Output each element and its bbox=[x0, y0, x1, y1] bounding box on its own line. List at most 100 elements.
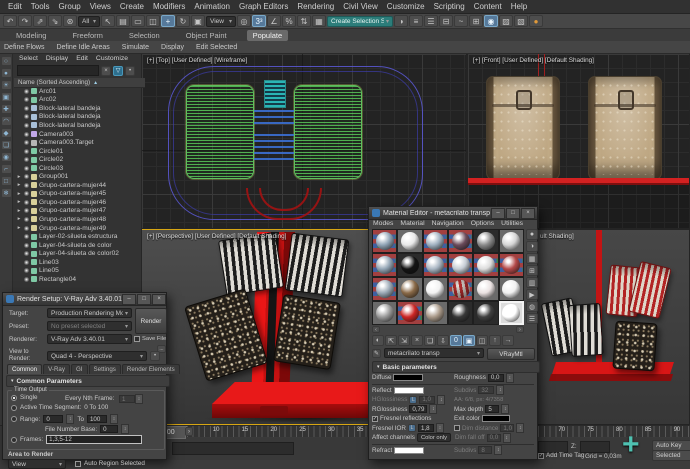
subdivs-field[interactable]: 32 bbox=[478, 386, 494, 394]
display-groups-icon[interactable]: ❏ bbox=[1, 140, 12, 150]
list-item-block-lateral-bandeja[interactable]: Block-lateral bandeja bbox=[14, 121, 141, 130]
make-preview-icon[interactable]: ▶ bbox=[526, 289, 538, 300]
display-materials-icon[interactable]: ◉ bbox=[1, 152, 12, 162]
ribbon-tab-selection[interactable]: Selection bbox=[123, 30, 166, 41]
unlink-selection-icon[interactable]: ⇘ bbox=[48, 15, 62, 27]
me-menu-options[interactable]: Options bbox=[471, 220, 494, 227]
list-item-grupo-cartera-mujer44[interactable]: ▸Grupo-cartera-mujer44 bbox=[14, 181, 141, 190]
display-shapes-icon[interactable]: ◠ bbox=[1, 116, 12, 126]
material-slot-13[interactable] bbox=[372, 277, 397, 301]
minimize-icon[interactable]: – bbox=[491, 208, 505, 219]
visibility-eye-icon[interactable] bbox=[24, 106, 29, 111]
align-icon[interactable]: ≡ bbox=[409, 15, 423, 27]
menu-customize[interactable]: Customize bbox=[387, 2, 425, 11]
list-item-arc02[interactable]: Arc02 bbox=[14, 96, 141, 105]
viewport-label-top[interactable]: [+] [Top] [User Defined] [Wireframe] bbox=[147, 57, 247, 64]
spinner-icon[interactable]: ↕ bbox=[429, 404, 437, 414]
select-object-icon[interactable]: ↖ bbox=[101, 15, 115, 27]
ribbon-action-simulate[interactable]: Simulate bbox=[122, 44, 149, 51]
explorer-menu-customize[interactable]: Customize bbox=[96, 55, 128, 62]
sample-tiling-icon[interactable]: ⊞ bbox=[526, 265, 538, 276]
spinner-icon[interactable]: ↕ bbox=[436, 423, 444, 433]
menu-modifiers[interactable]: Modifiers bbox=[153, 2, 185, 11]
render-production-icon[interactable]: ● bbox=[529, 15, 543, 27]
material-slot-2[interactable] bbox=[397, 229, 422, 253]
material-editor-icon[interactable]: ◉ bbox=[484, 15, 498, 27]
scale-icon[interactable]: ▣ bbox=[191, 15, 205, 27]
video-color-check-icon[interactable]: ▥ bbox=[526, 277, 538, 288]
list-item-circle03[interactable]: Circle03 bbox=[14, 164, 141, 173]
active-segment-radio[interactable] bbox=[11, 405, 17, 411]
show-in-viewport-icon[interactable]: ▣ bbox=[463, 335, 475, 346]
visibility-eye-icon[interactable] bbox=[24, 89, 29, 94]
frames-radio[interactable] bbox=[11, 437, 17, 443]
spinner-icon[interactable]: ↕ bbox=[135, 394, 143, 404]
reference-coordinate-dropdown[interactable]: View▾ bbox=[206, 16, 236, 27]
background-icon[interactable]: ▦ bbox=[526, 253, 538, 264]
list-item-block-lateral-bandeja[interactable]: Block-lateral bandeja bbox=[14, 104, 141, 113]
material-slot-22[interactable] bbox=[448, 301, 473, 325]
render-tab-settings[interactable]: Settings bbox=[89, 364, 121, 374]
spinner-icon[interactable]: ↕ bbox=[494, 445, 502, 455]
display-cameras-icon[interactable]: ▣ bbox=[1, 92, 12, 102]
render-tab-render-elements[interactable]: Render Elements bbox=[122, 364, 180, 374]
display-bones-icon[interactable]: ⌐ bbox=[1, 164, 12, 174]
visibility-eye-icon[interactable] bbox=[24, 97, 29, 102]
visibility-eye-icon[interactable] bbox=[24, 191, 29, 196]
material-id-icon[interactable]: 0 bbox=[450, 335, 462, 346]
coordinate-z-field[interactable] bbox=[580, 441, 610, 453]
material-slot-24-selected[interactable] bbox=[499, 301, 524, 325]
refract-subdivs-field[interactable]: 8 bbox=[478, 446, 492, 454]
undo-icon[interactable]: ↶ bbox=[3, 15, 17, 27]
ribbon-tab-populate[interactable]: Populate bbox=[247, 30, 289, 41]
menu-content[interactable]: Content bbox=[474, 2, 502, 11]
display-geometry-icon[interactable]: ◆ bbox=[1, 128, 12, 138]
file-number-field[interactable]: 0 bbox=[100, 425, 118, 433]
scene-explorer-toggle-icon[interactable]: ☰ bbox=[424, 15, 438, 27]
display-none-icon[interactable]: ○ bbox=[1, 56, 12, 66]
list-item-grupo-cartera-mujer45[interactable]: ▸Grupo-cartera-mujer45 bbox=[14, 190, 141, 199]
spinner-icon[interactable]: ↕ bbox=[516, 423, 524, 433]
menu-tools[interactable]: Tools bbox=[31, 2, 50, 11]
max-depth-field[interactable]: 5 bbox=[485, 405, 499, 413]
material-slot-15[interactable] bbox=[423, 277, 448, 301]
expand-icon[interactable]: ▸ bbox=[16, 225, 22, 231]
go-to-parent-icon[interactable]: ↑ bbox=[489, 335, 501, 346]
visibility-eye-icon[interactable] bbox=[24, 132, 29, 137]
lock-glossiness-icon[interactable]: L bbox=[409, 396, 417, 404]
layer-manager-icon[interactable]: ⊟ bbox=[439, 15, 453, 27]
list-item-grupo-cartera-mujer49[interactable]: ▸Grupo-cartera-mujer49 bbox=[14, 224, 141, 233]
spinner-icon[interactable]: ↕ bbox=[501, 404, 509, 414]
next-frame-icon[interactable]: › bbox=[185, 427, 193, 436]
snap-toggle-icon[interactable]: 3³ bbox=[252, 15, 266, 27]
list-item-grupo-cartera-mujer48[interactable]: ▸Grupo-cartera-mujer48 bbox=[14, 215, 141, 224]
visibility-eye-icon[interactable] bbox=[24, 114, 29, 119]
window-crossing-icon[interactable]: ◫ bbox=[146, 15, 160, 27]
area-to-render-dropdown[interactable]: View ▾ bbox=[8, 459, 66, 469]
lock-icon[interactable]: • bbox=[125, 66, 135, 76]
menu-help[interactable]: Help bbox=[511, 2, 527, 11]
dim-distance-checkbox[interactable] bbox=[454, 425, 460, 431]
me-menu-modes[interactable]: Modes bbox=[373, 220, 393, 227]
rglossiness-field[interactable]: 0,79 bbox=[409, 405, 427, 413]
material-slot-18[interactable] bbox=[499, 277, 524, 301]
material-slot-6[interactable] bbox=[499, 229, 524, 253]
render-tab-gi[interactable]: GI bbox=[71, 364, 88, 374]
roughness-field[interactable]: 0,0 bbox=[488, 374, 504, 382]
common-parameters-rollout[interactable]: ▾ Common Parameters bbox=[6, 375, 170, 387]
curve-editor-icon[interactable]: ~ bbox=[454, 15, 468, 27]
view-to-render-dropdown[interactable]: Quad 4 - Perspective ▾ bbox=[47, 351, 147, 361]
mirror-icon[interactable]: ◑ bbox=[394, 15, 408, 27]
ribbon-tab-freeform[interactable]: Freeform bbox=[66, 30, 108, 41]
material-slot-16[interactable] bbox=[448, 277, 473, 301]
list-item-line03[interactable]: Line03 bbox=[14, 258, 141, 267]
expand-icon[interactable]: ▸ bbox=[16, 216, 22, 222]
spinner-snap-icon[interactable]: ⇅ bbox=[297, 15, 311, 27]
render-button[interactable]: Render bbox=[135, 308, 167, 334]
create-selection-set-dropdown[interactable]: Create Selection Se▾ bbox=[327, 16, 393, 27]
minimize-icon[interactable]: – bbox=[122, 294, 136, 305]
display-containers-icon[interactable]: □ bbox=[1, 176, 12, 186]
visibility-eye-icon[interactable] bbox=[24, 200, 29, 205]
expand-icon[interactable]: ▸ bbox=[16, 174, 22, 180]
ribbon-tab-modeling[interactable]: Modeling bbox=[10, 30, 52, 41]
